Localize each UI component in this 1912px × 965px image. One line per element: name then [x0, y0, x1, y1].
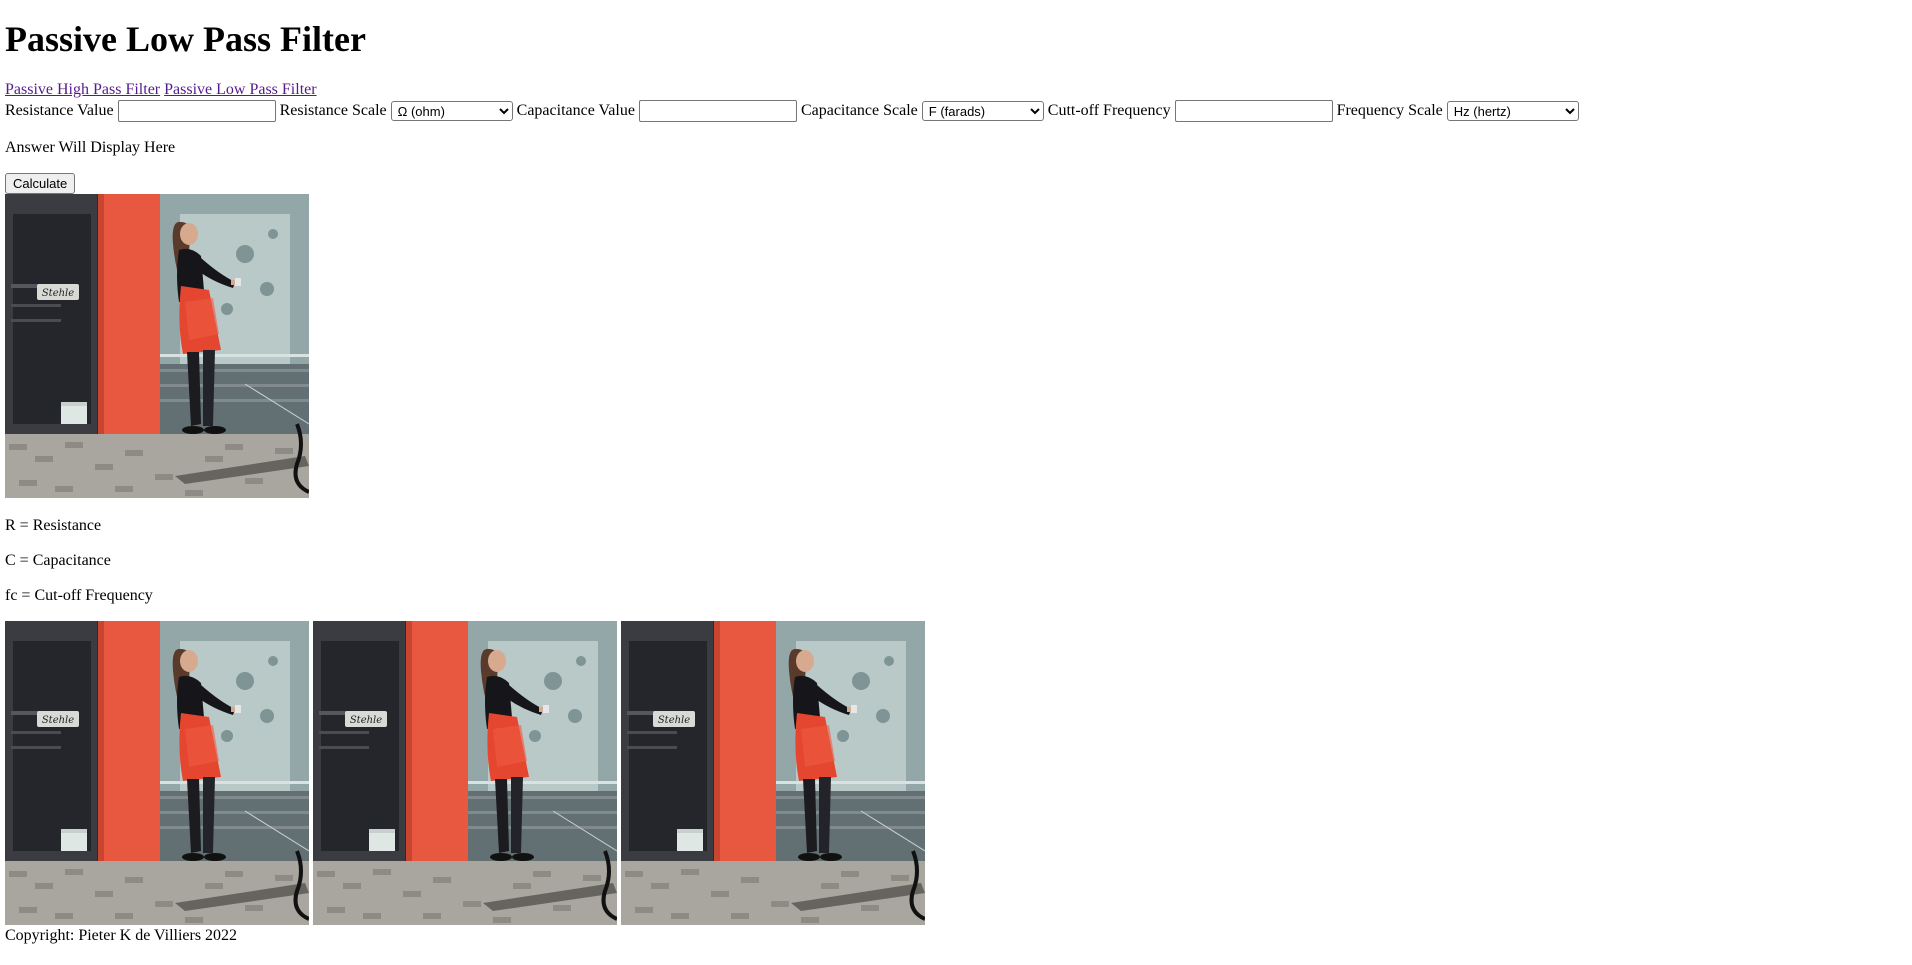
photo-svg: Stehle — [5, 621, 309, 925]
resistance-scale-label: Resistance Scale — [279, 102, 387, 119]
shop-sign-text: Stehle — [42, 288, 74, 299]
resistance-value-input[interactable] — [117, 100, 276, 122]
filter-nav: Passive High Pass Filter Passive Low Pas… — [5, 80, 1907, 100]
shop-sign-text: Stehle — [42, 715, 74, 726]
filter-form: Resistance Value Resistance Scale Ω (ohm… — [5, 100, 1907, 122]
legend-capacitance: C = Capacitance — [5, 552, 111, 569]
frequency-scale-label: Frequency Scale — [1336, 102, 1443, 119]
cutoff-frequency-label: Cutt-off Frequency — [1047, 102, 1171, 119]
gallery-photo: Stehle — [313, 621, 617, 925]
filter-photo-gallery: Stehle Stehle Stehle — [5, 621, 1907, 925]
capacitance-scale-select[interactable]: F (farads) — [921, 101, 1044, 121]
capacitance-value-label: Capacitance Value — [516, 102, 635, 119]
legend-cutoff-frequency: fc = Cut-off Frequency — [5, 587, 153, 604]
filter-photo: Stehle — [5, 194, 309, 498]
cutoff-frequency-input[interactable] — [1174, 100, 1333, 122]
page-title: Passive Low Pass Filter — [5, 19, 366, 59]
gallery-photo: Stehle — [621, 621, 925, 925]
gallery-photo: Stehle — [5, 621, 309, 925]
calculate-button[interactable]: Calculate — [5, 173, 76, 194]
capacitance-value-input[interactable] — [638, 100, 797, 122]
resistance-value-label: Resistance Value — [5, 102, 114, 119]
shop-sign-text: Stehle — [350, 715, 382, 726]
variable-legend: R = Resistance C = Capacitance fc = Cut-… — [5, 516, 1907, 605]
photo-svg: Stehle — [621, 621, 925, 925]
frequency-scale-select[interactable]: Hz (hertz) — [1446, 101, 1579, 121]
high-pass-filter-link[interactable]: Passive High Pass Filter — [5, 81, 160, 98]
legend-resistance: R = Resistance — [5, 517, 102, 534]
capacitance-scale-label: Capacitance Scale — [800, 102, 918, 119]
shop-sign-text: Stehle — [658, 715, 690, 726]
photo-svg: Stehle — [313, 621, 617, 925]
copyright-footer: Copyright: Pieter K de Villiers 2022 — [5, 927, 238, 944]
resistance-scale-select[interactable]: Ω (ohm) — [390, 101, 513, 121]
low-pass-filter-link[interactable]: Passive Low Pass Filter — [164, 81, 316, 98]
answer-display: Answer Will Display Here — [5, 139, 176, 156]
photo-svg: Stehle — [5, 194, 309, 498]
